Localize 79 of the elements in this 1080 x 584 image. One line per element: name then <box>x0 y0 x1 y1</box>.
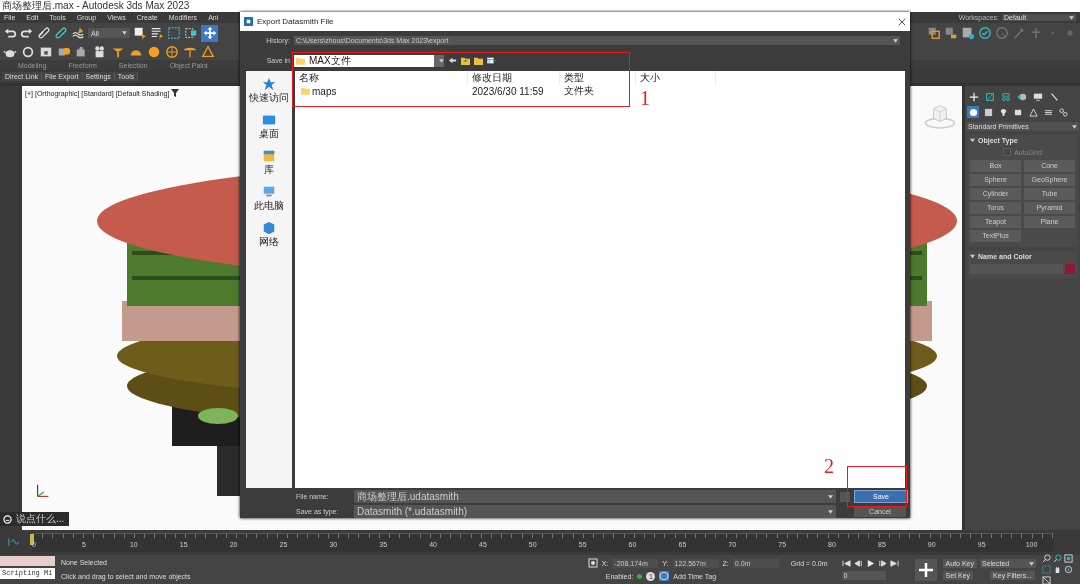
undo-icon[interactable] <box>3 26 17 40</box>
library-icon[interactable] <box>262 149 276 163</box>
time-slider[interactable] <box>30 534 34 545</box>
video-camera-icon[interactable] <box>93 44 107 59</box>
modify-icon[interactable] <box>985 92 995 102</box>
sphere-icon[interactable] <box>21 44 35 59</box>
color-swatch[interactable] <box>1065 264 1075 274</box>
display-icon[interactable] <box>1033 92 1043 102</box>
previous-frame-icon[interactable] <box>853 559 863 568</box>
file-name-field[interactable]: 商场整理后.udatasmith <box>354 490 836 503</box>
hierarchy-icon[interactable] <box>1001 92 1011 102</box>
play-icon[interactable] <box>865 559 875 568</box>
column-header[interactable]: 大小 <box>636 71 716 85</box>
column-header[interactable]: 修改日期 <box>468 71 560 85</box>
caret-icon[interactable] <box>1069 15 1074 20</box>
window-title: 商场整理后.max - Autodesk 3ds Max 2023 <box>2 0 190 12</box>
rollout-toggle-icon[interactable] <box>970 138 975 143</box>
dialog-title: Export Datasmith File <box>257 17 334 26</box>
back-icon[interactable] <box>448 56 457 65</box>
caret-icon[interactable] <box>1029 561 1034 566</box>
column-header[interactable]: 名称 <box>295 71 468 85</box>
check-circle-icon[interactable] <box>978 26 992 40</box>
window-crossing-icon[interactable] <box>184 26 198 40</box>
view-menu-icon[interactable] <box>487 56 496 65</box>
desktop-icon[interactable] <box>262 113 276 127</box>
rollout-toggle-icon[interactable] <box>970 254 975 259</box>
list-icon[interactable] <box>150 26 164 40</box>
motion-icon[interactable] <box>1017 92 1027 102</box>
geosphere-icon[interactable] <box>165 44 179 59</box>
maximize-icon[interactable] <box>1042 576 1051 584</box>
column-header[interactable]: 类型 <box>560 71 636 85</box>
folder-icon <box>296 56 305 65</box>
layers-icon[interactable] <box>944 26 958 40</box>
curve-editor-icon[interactable] <box>8 537 22 547</box>
caret-icon[interactable] <box>828 494 833 499</box>
sun-icon[interactable] <box>147 44 161 59</box>
app-icon <box>244 17 253 26</box>
unlink-icon[interactable] <box>54 26 68 40</box>
file-type-dropdown[interactable]: Datasmith (*.udatasmith) <box>354 505 836 518</box>
new-folder-icon[interactable] <box>474 56 483 65</box>
filter-icon[interactable] <box>171 89 180 97</box>
orbit-icon[interactable] <box>1064 565 1073 574</box>
move-button[interactable] <box>201 24 218 42</box>
layers-icon[interactable] <box>927 26 941 40</box>
category-button[interactable] <box>1057 106 1069 118</box>
time-tag-icon[interactable] <box>659 571 670 581</box>
pan-icon[interactable] <box>1053 565 1062 574</box>
render-setup-icon[interactable] <box>961 26 975 40</box>
caret-icon[interactable] <box>1072 124 1077 129</box>
category-button[interactable] <box>982 106 994 118</box>
transform-icon[interactable] <box>587 558 598 568</box>
go-to-end-icon[interactable] <box>889 559 899 568</box>
zoom-icon[interactable] <box>1042 554 1051 563</box>
caret-icon[interactable] <box>828 509 833 514</box>
next-frame-icon[interactable] <box>877 559 887 568</box>
category-button[interactable] <box>1027 106 1039 118</box>
zoom-all-icon[interactable] <box>1053 554 1062 563</box>
annotation-number: 2 <box>824 456 834 476</box>
category-button[interactable] <box>967 106 979 118</box>
zoom-extents-icon[interactable] <box>1064 554 1073 563</box>
wave-icon[interactable] <box>71 26 85 40</box>
computer-icon[interactable] <box>262 185 276 199</box>
key-button[interactable] <box>914 558 937 581</box>
annotation-number: 1 <box>640 88 650 108</box>
annotation-box <box>847 466 907 507</box>
select-object-icon[interactable] <box>133 26 147 40</box>
folder-dropdown[interactable]: MAX文件 <box>294 54 444 67</box>
caret-icon[interactable] <box>439 58 444 63</box>
link-icon[interactable] <box>37 26 51 40</box>
go-to-start-icon[interactable] <box>841 559 851 568</box>
close-icon[interactable] <box>898 17 906 26</box>
redo-icon[interactable] <box>20 26 34 40</box>
bell-icon[interactable] <box>201 44 215 59</box>
region-select-icon[interactable] <box>167 26 181 40</box>
star-icon[interactable] <box>262 77 276 91</box>
caret-icon[interactable] <box>122 31 127 35</box>
wrench-icon[interactable] <box>1049 92 1059 102</box>
up-folder-icon[interactable] <box>461 56 470 65</box>
create-icon[interactable] <box>969 92 979 102</box>
